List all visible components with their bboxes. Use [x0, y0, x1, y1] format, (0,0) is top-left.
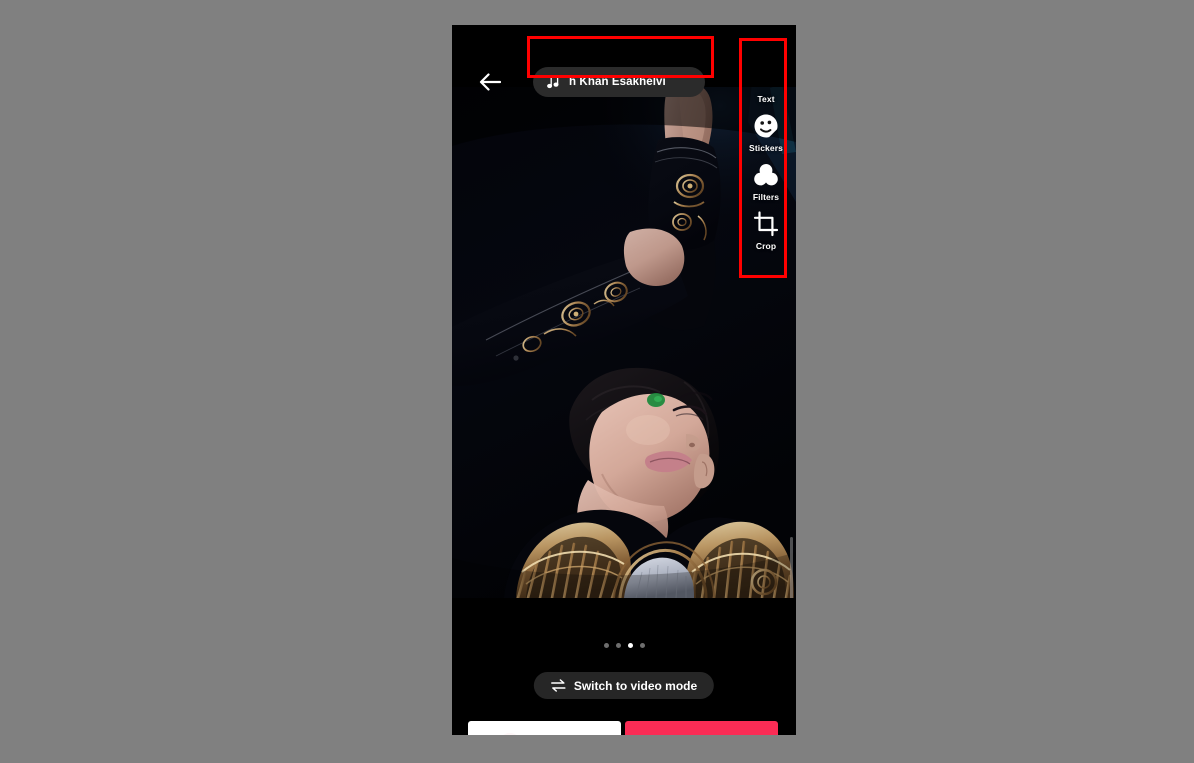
tool-filters[interactable]: Filters — [743, 161, 789, 202]
crop-icon — [752, 210, 780, 238]
page-dot-2[interactable] — [615, 643, 621, 648]
tool-crop[interactable]: Crop — [743, 210, 789, 251]
phone-screen: h Khan Esakhelvi Aa Text Stickers — [452, 25, 796, 735]
music-track-pill[interactable]: h Khan Esakhelvi — [533, 67, 705, 97]
switch-mode-label: Switch to video mode — [573, 678, 698, 693]
tool-filters-label: Filters — [752, 192, 780, 202]
tool-crop-label: Crop — [755, 241, 777, 251]
page-dot-1[interactable] — [603, 643, 609, 648]
tool-stickers[interactable]: Stickers — [743, 112, 789, 153]
pagination-dots — [452, 643, 796, 648]
top-bar: h Khan Esakhelvi — [452, 25, 796, 97]
tool-text-label: Text — [757, 94, 775, 104]
canvas-scrollbar[interactable] — [790, 537, 793, 598]
filters-circles-icon — [752, 161, 780, 189]
back-button[interactable] — [472, 67, 508, 97]
sticker-face-icon — [752, 112, 780, 140]
bottom-action-bar: Your Story Next — [452, 721, 796, 735]
swap-arrows-icon — [551, 679, 566, 692]
page-dot-3-active[interactable] — [627, 643, 633, 648]
music-track-title: h Khan Esakhelvi — [569, 76, 666, 88]
switch-to-video-mode-button[interactable]: Switch to video mode — [533, 672, 715, 699]
your-story-button[interactable]: Your Story — [468, 721, 621, 735]
edit-toolbar: Aa Text Stickers — [743, 63, 789, 259]
page-dot-4[interactable] — [639, 643, 645, 648]
next-button[interactable]: Next — [625, 721, 778, 735]
tool-stickers-label: Stickers — [749, 143, 783, 153]
arrow-left-icon — [479, 73, 501, 91]
music-note-icon — [546, 75, 560, 90]
avatar — [498, 732, 521, 735]
